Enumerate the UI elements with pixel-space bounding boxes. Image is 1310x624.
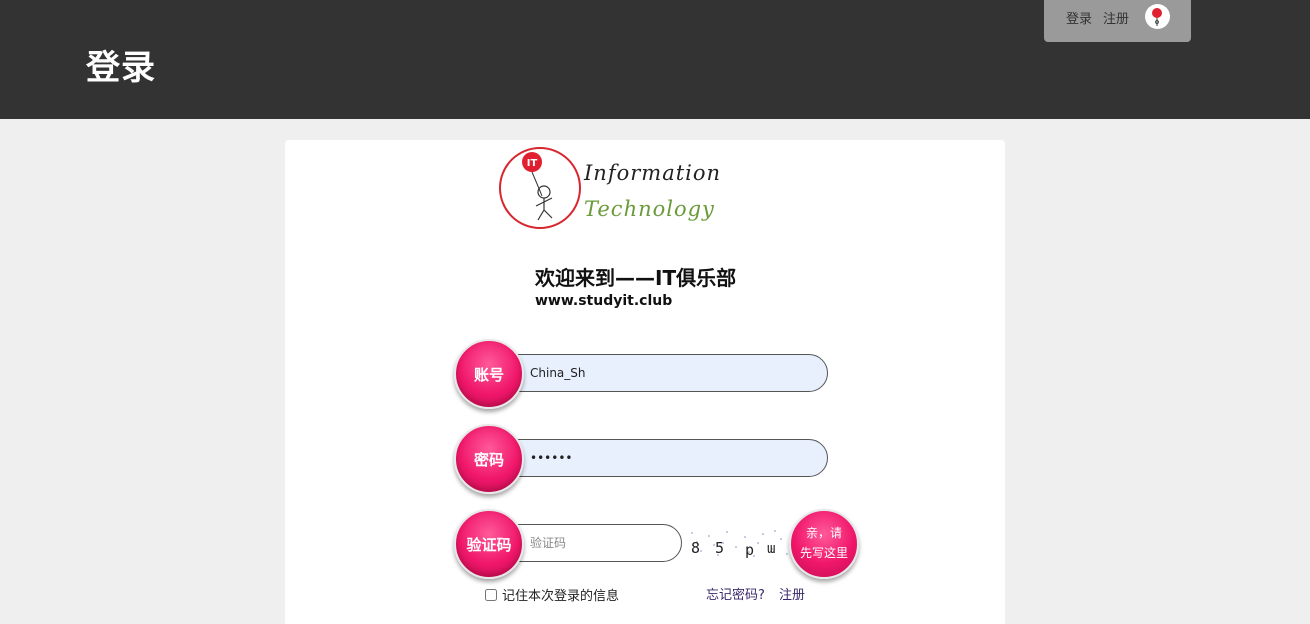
site-url: www.studyit.club: [535, 293, 673, 309]
captcha-char-1: 8: [691, 539, 700, 557]
welcome-title: 欢迎来到——IT俱乐部: [535, 266, 737, 290]
site-logo: IT Information Technology: [498, 146, 738, 232]
remember-label: 记住本次登录的信息: [502, 589, 620, 604]
remember-checkbox[interactable]: [485, 588, 497, 601]
avatar[interactable]: [1145, 4, 1170, 29]
account-input[interactable]: [502, 354, 828, 392]
password-row: 密码: [454, 424, 829, 494]
logo-badge-text: IT: [527, 158, 538, 169]
submit-line2: 先写这里: [799, 546, 848, 560]
submit-line1: 亲，请: [805, 526, 842, 540]
captcha-input[interactable]: [502, 524, 682, 562]
remember-me: 记住本次登录的信息: [485, 585, 619, 604]
login-card: IT Information Technology 欢迎来到——IT俱乐部 ww…: [285, 140, 1005, 624]
captcha-label: 验证码: [454, 509, 524, 579]
logo-line2: Technology: [584, 197, 715, 221]
page-title: 登录: [86, 48, 156, 88]
account-label: 账号: [454, 339, 524, 409]
form-links: 忘记密码? 注册: [706, 584, 815, 603]
header-register-link[interactable]: 注册: [1103, 8, 1129, 27]
logo-line1: Information: [583, 161, 721, 185]
user-menu: 登录 注册: [1044, 0, 1191, 42]
account-row: 账号: [454, 339, 829, 409]
password-input[interactable]: [502, 439, 828, 477]
top-bar: 登录 登录 注册: [0, 0, 1310, 119]
login-submit-button[interactable]: 亲，请 先写这里: [789, 509, 859, 579]
captcha-char-3: p: [745, 541, 754, 559]
header-login-link[interactable]: 登录: [1066, 8, 1092, 27]
forgot-password-link[interactable]: 忘记密码?: [706, 588, 765, 603]
captcha-char-2: 5: [715, 539, 724, 557]
captcha-image[interactable]: 8 5 p ɯ: [687, 527, 792, 561]
balloon-avatar-icon: [1152, 8, 1162, 26]
password-label: 密码: [454, 424, 524, 494]
captcha-char-4: ɯ: [767, 541, 775, 557]
register-link[interactable]: 注册: [779, 588, 805, 603]
captcha-row: 验证码 8 5 p ɯ 亲，请 先写这里: [454, 509, 859, 579]
